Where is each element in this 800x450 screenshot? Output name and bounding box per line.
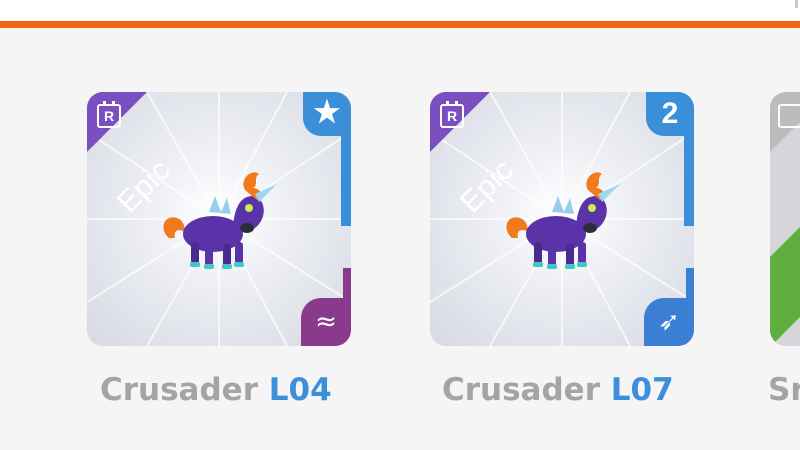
creature-level: L04	[268, 372, 332, 408]
archer-arrow-icon: ➶	[644, 298, 694, 346]
corner-stripe	[686, 268, 694, 298]
creature-card[interactable]: Epic R ★ ≈	[87, 92, 351, 346]
corner-stripe	[684, 136, 694, 226]
card-caption: Crusader L07	[442, 372, 674, 408]
type-badge-icon: R	[440, 101, 464, 128]
creature-level: L07	[610, 372, 674, 408]
water-wave-icon: ≈	[301, 298, 351, 346]
card-caption: Crusader L04	[100, 372, 332, 408]
top-bar	[0, 0, 800, 28]
scroll-indicator	[795, 0, 798, 8]
creature-card[interactable]: Epic R 2 ➶	[430, 92, 694, 346]
crusader-creature-image	[163, 172, 277, 269]
creature-name-partial: Sr	[768, 372, 800, 408]
count-badge: 2	[646, 92, 694, 136]
star-icon: ★	[303, 92, 351, 136]
corner-stripe	[343, 268, 351, 298]
rarity-ribbon	[770, 227, 800, 346]
type-badge-icon: R	[97, 101, 121, 128]
creature-card-partial[interactable]	[770, 92, 800, 346]
creature-name: Crusader	[100, 372, 258, 408]
type-badge-icon	[778, 104, 800, 128]
crusader-creature-image	[506, 172, 620, 269]
accent-divider	[0, 21, 800, 28]
creature-name: Crusader	[442, 372, 600, 408]
corner-stripe	[341, 136, 351, 226]
